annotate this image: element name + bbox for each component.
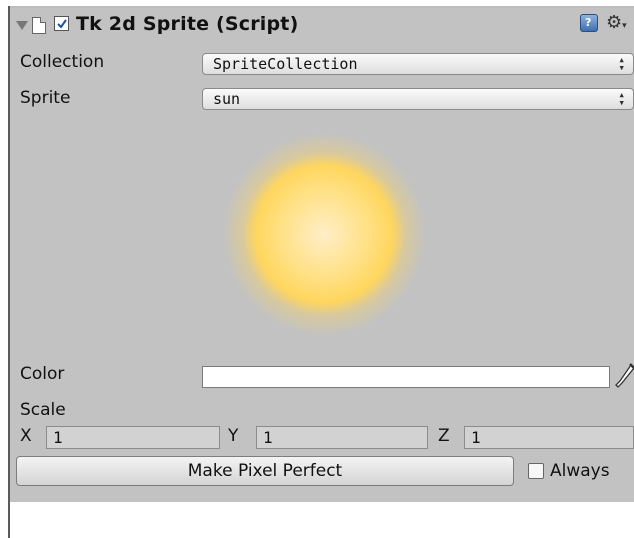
scale-x-input[interactable]: 1: [46, 426, 220, 449]
scale-y-input[interactable]: 1: [256, 426, 428, 449]
color-swatch-field[interactable]: [202, 366, 610, 388]
scale-z-value: 1: [471, 428, 481, 447]
help-icon[interactable]: ?: [580, 14, 598, 32]
gear-icon[interactable]: ⚙▾: [606, 12, 627, 33]
sprite-label: Sprite: [20, 88, 71, 108]
sprite-dropdown[interactable]: sun ▴ ▾: [202, 88, 634, 110]
component-enabled-checkbox[interactable]: [54, 16, 69, 31]
make-pixel-perfect-button[interactable]: Make Pixel Perfect: [16, 456, 514, 486]
inspector-component-panel: Tk 2d Sprite (Script) ? ⚙▾ Collection Sp…: [10, 8, 634, 502]
scale-y-label: Y: [228, 426, 239, 446]
always-label: Always: [550, 461, 610, 481]
collection-value: SpriteCollection: [213, 55, 358, 73]
dropdown-arrows-icon: ▴ ▾: [618, 88, 625, 109]
dropdown-arrows-icon: ▴ ▾: [618, 53, 625, 74]
script-doc-icon: [32, 17, 46, 34]
scale-z-input[interactable]: 1: [464, 426, 634, 449]
scale-z-label: Z: [438, 426, 450, 446]
collection-label: Collection: [20, 52, 105, 72]
scale-y-value: 1: [263, 428, 273, 447]
sprite-preview-sun: [224, 134, 424, 334]
sprite-value: sun: [213, 90, 241, 108]
component-title: Tk 2d Sprite (Script): [76, 13, 299, 35]
foldout-arrow-icon[interactable]: [16, 21, 28, 30]
scale-label: Scale: [20, 400, 66, 420]
always-checkbox[interactable]: [528, 463, 544, 479]
collection-dropdown[interactable]: SpriteCollection ▴ ▾: [202, 53, 634, 75]
scale-x-label: X: [20, 426, 32, 446]
scale-x-value: 1: [53, 428, 63, 447]
color-label: Color: [20, 364, 65, 384]
eyedropper-icon[interactable]: [614, 363, 634, 395]
